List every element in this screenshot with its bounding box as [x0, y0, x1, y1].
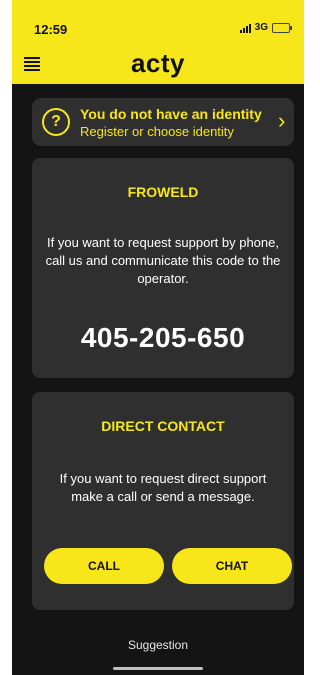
identity-banner[interactable]: ? You do not have an identity Register o… [32, 98, 294, 146]
direct-contact-card: DIRECT CONTACT If you want to request di… [32, 392, 294, 610]
direct-contact-title: DIRECT CONTACT [101, 418, 225, 434]
chevron-right-icon: › [278, 108, 286, 133]
suggestion-link[interactable]: Suggestion [12, 638, 304, 652]
support-card-text: If you want to request support by phone,… [45, 235, 281, 286]
identity-subtitle: Register or choose identity [80, 124, 234, 139]
status-indicators: 3G [239, 22, 292, 33]
question-icon: ? [42, 108, 70, 136]
app-header: 12:59 3G acty [12, 0, 304, 84]
support-code: 405-205-650 [80, 322, 246, 353]
app-screen: 12:59 3G acty ? You do not have an ident… [12, 0, 304, 675]
support-card-title: FROWELD [127, 184, 199, 200]
identity-title: You do not have an identity [80, 106, 262, 122]
app-title: acty [130, 48, 186, 78]
direct-contact-text: If you want to request direct support ma… [59, 471, 267, 504]
chat-button[interactable]: CHAT [172, 548, 292, 584]
battery-icon [272, 22, 292, 33]
signal-icon [239, 23, 251, 33]
call-button[interactable]: CALL [44, 548, 164, 584]
home-indicator [113, 667, 203, 670]
support-code-card: FROWELD If you want to request support b… [32, 158, 294, 378]
status-time: 12:59 [34, 22, 68, 37]
network-type: 3G [254, 22, 268, 33]
